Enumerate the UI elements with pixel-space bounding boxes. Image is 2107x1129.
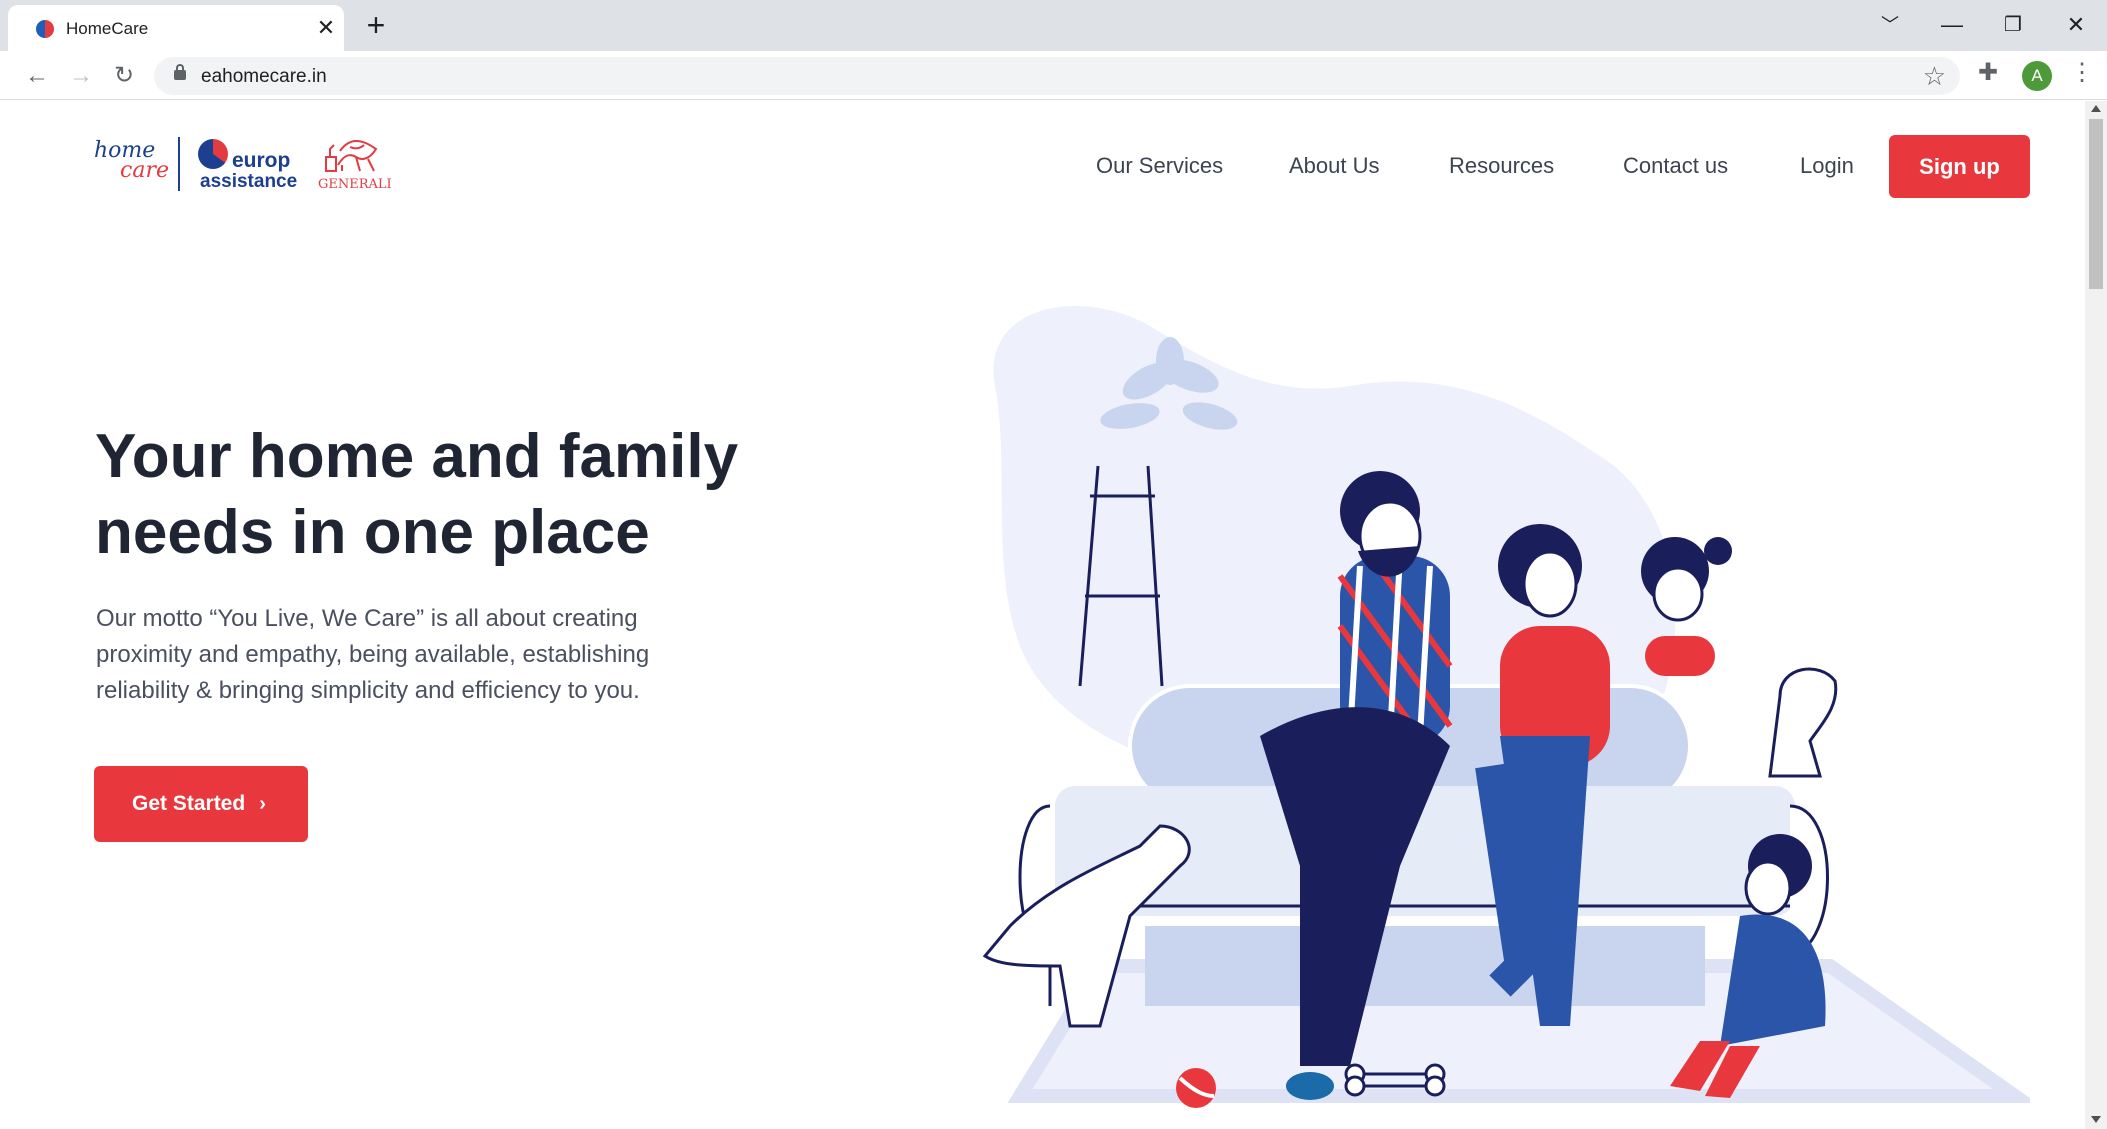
scroll-thumb[interactable]	[2089, 119, 2103, 289]
tab-search-icon[interactable]: ﹀	[1870, 8, 1910, 42]
get-started-button[interactable]: Get Started ›	[94, 766, 308, 842]
favicon-icon	[36, 20, 54, 38]
logo-assistance-text: assistance	[200, 171, 298, 192]
new-tab-button[interactable]: +	[360, 9, 392, 42]
window-close-icon[interactable]: ✕	[2056, 8, 2096, 42]
reload-icon[interactable]: ↻	[107, 59, 141, 93]
menu-kebab-icon[interactable]: ⋮	[2070, 58, 2094, 87]
extensions-puzzle-icon[interactable]: ✚	[1978, 58, 1998, 87]
url-text[interactable]: eahomecare.in	[201, 66, 327, 88]
tab-close-icon[interactable]: ✕	[313, 15, 339, 41]
tab-title: HomeCare	[66, 19, 149, 38]
lock-icon	[174, 64, 186, 80]
nav-contact-us[interactable]: Contact us	[1623, 153, 1728, 179]
nav-our-services[interactable]: Our Services	[1096, 153, 1223, 179]
nav-login[interactable]: Login	[1800, 153, 1854, 179]
scroll-up-arrow-icon[interactable]	[2091, 105, 2101, 112]
logo-generali-text: GENERALI	[318, 177, 392, 192]
browser-tabstrip: HomeCare ✕ + ﹀ — ❐ ✕	[0, 0, 2107, 51]
minimize-icon[interactable]: —	[1932, 8, 1972, 42]
hero-title: Your home and family needs in one place	[95, 422, 739, 567]
scroll-down-arrow-icon[interactable]	[2091, 1116, 2101, 1123]
browser-toolbar: ← → ↻ eahomecare.in ☆	[0, 51, 2107, 100]
page-scrollbar[interactable]	[2085, 101, 2107, 1129]
address-bar[interactable]: eahomecare.in ☆	[154, 57, 1960, 95]
get-started-label: Get Started	[132, 792, 246, 815]
europ-assistance-mark-icon	[198, 139, 228, 169]
page-viewport: home care europ assistance GENERALI Our …	[0, 101, 2085, 1129]
back-arrow-icon[interactable]: ←	[20, 59, 54, 93]
logo-care-text: care	[120, 158, 169, 183]
browser-tab[interactable]: HomeCare ✕	[8, 5, 344, 51]
generali-lion-icon	[325, 139, 378, 172]
forward-arrow-icon[interactable]: →	[64, 59, 98, 93]
nav-about-us[interactable]: About Us	[1289, 153, 1380, 179]
restore-icon[interactable]: ❐	[1993, 8, 2033, 42]
bookmark-star-icon[interactable]: ☆	[1923, 61, 1946, 92]
nav-resources[interactable]: Resources	[1449, 153, 1554, 179]
logo-europ-text: europ	[232, 149, 291, 172]
logo-divider	[178, 137, 180, 191]
signup-button[interactable]: Sign up	[1889, 135, 2030, 198]
family-on-sofa-illustration	[982, 306, 2030, 1108]
homecare-logo[interactable]: home care europ assistance GENERALI	[94, 135, 394, 195]
chevron-right-icon: ›	[259, 793, 266, 815]
hero-description: Our motto “You Live, We Care” is all abo…	[96, 605, 650, 704]
profile-avatar[interactable]: A	[2022, 61, 2052, 91]
